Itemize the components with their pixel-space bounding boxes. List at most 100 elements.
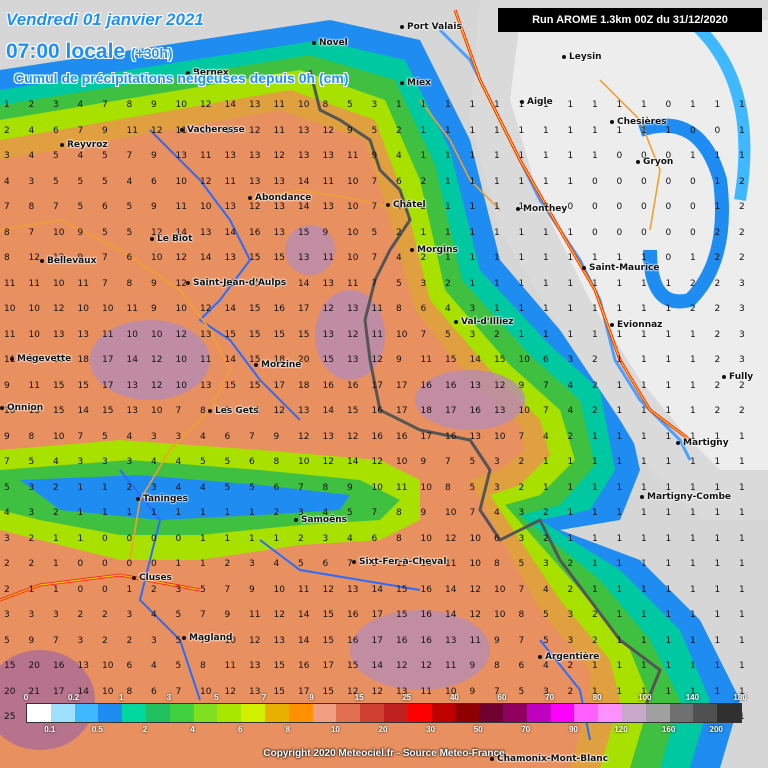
grid-value: 13 <box>298 253 310 263</box>
legend-label-top: 60 <box>497 693 507 702</box>
grid-value: 1 <box>739 559 745 569</box>
legend-label-top: 0.2 <box>68 693 80 702</box>
grid-value: 1 <box>494 253 500 263</box>
grid-value: 1 <box>714 661 721 671</box>
grid-value: 1 <box>641 661 647 671</box>
grid-value: 2 <box>102 610 108 620</box>
grid-value: 16 <box>469 406 481 416</box>
grid-value: 8 <box>518 610 525 620</box>
legend-swatch <box>27 704 51 722</box>
grid-value: 7 <box>298 482 304 493</box>
town-name: Morgins <box>417 245 458 255</box>
grid-value: 1 <box>616 329 623 340</box>
grid-value: 1 <box>641 380 647 391</box>
grid-value: 7 <box>53 202 59 212</box>
legend-swatch <box>693 704 718 722</box>
grid-value: 3 <box>4 533 10 544</box>
grid-value: 21 <box>28 686 40 697</box>
grid-value: 7 <box>371 202 378 212</box>
grid-value: 2 <box>494 329 500 340</box>
grid-value: 14 <box>298 202 310 212</box>
legend-label-bottom: 70 <box>521 725 531 734</box>
grid-value: 4 <box>151 610 157 620</box>
grid-value: 10 <box>175 100 187 110</box>
grid-value: 0 <box>641 202 647 212</box>
grid-value: 0 <box>126 533 133 544</box>
grid-value: 2 <box>567 584 574 595</box>
grid-value: 1 <box>665 457 672 467</box>
grid-value: 15 <box>494 355 506 365</box>
grid-value: 13 <box>273 176 285 187</box>
grid-value: 1 <box>592 329 598 340</box>
grid-value: 1 <box>641 304 647 314</box>
grid-value: 3 <box>151 635 157 646</box>
grid-value: 2 <box>420 176 427 187</box>
legend-swatch <box>145 704 170 722</box>
grid-value: 1 <box>616 661 623 671</box>
grid-value: 10 <box>175 304 187 314</box>
grid-value: 1 <box>518 253 525 263</box>
legend-label-bottom: 6 <box>237 725 243 734</box>
grid-value: 13 <box>273 227 285 238</box>
grid-value: 1 <box>543 176 549 187</box>
town-name: Reyvroz <box>67 140 108 150</box>
grid-value: 1 <box>420 100 427 110</box>
grid-value: 10 <box>77 304 89 314</box>
grid-value: 1 <box>53 584 59 595</box>
grid-value: 2 <box>714 380 721 391</box>
legend-swatch <box>217 704 242 722</box>
grid-value: 1 <box>567 278 574 289</box>
grid-value: 3 <box>543 559 549 569</box>
grid-value: 11 <box>28 380 40 391</box>
grid-value: 10 <box>151 253 163 263</box>
legend-label-bottom: 200 <box>709 725 723 734</box>
grid-value: 12 <box>151 355 163 365</box>
grid-value: 1 <box>592 100 598 110</box>
town-name: Evionnaz <box>617 320 663 330</box>
grid-value: 5 <box>4 482 10 493</box>
grid-value: 7 <box>102 100 108 110</box>
grid-value: 14 <box>126 355 138 365</box>
town-name: Taninges <box>143 494 188 504</box>
copyright: Copyright 2020 Meteociel.fr - Source Met… <box>263 748 505 759</box>
grid-value: 14 <box>445 610 457 620</box>
town-name: Samoëns <box>301 515 347 525</box>
town-name: Morzine <box>261 360 302 370</box>
town-label: Leysin <box>562 52 602 62</box>
legend-label-top: 3 <box>166 693 172 702</box>
grid-value: 15 <box>224 329 236 340</box>
grid-value: 17 <box>102 355 114 365</box>
grid-value: 4 <box>175 457 182 467</box>
grid-value: 15 <box>249 329 261 340</box>
grid-value: 9 <box>420 457 427 467</box>
grid-value: 9 <box>347 482 353 493</box>
grid-value: 10 <box>347 202 359 212</box>
grid-value: 11 <box>298 584 310 595</box>
grid-value: 6 <box>126 661 133 671</box>
grid-value: 1 <box>739 610 745 620</box>
grid-value: 11 <box>420 686 432 697</box>
town-label: Novel <box>312 38 348 48</box>
legend-label-top: 15 <box>354 693 364 702</box>
town-name: Monthey <box>523 204 568 214</box>
grid-value: 4 <box>151 457 157 467</box>
grid-value: 7 <box>224 584 231 595</box>
grid-value: 13 <box>298 151 310 161</box>
grid-value: 3 <box>249 559 255 569</box>
town-name: Mégevette <box>17 354 72 364</box>
grid-value: 8 <box>396 508 402 518</box>
grid-value: 7 <box>4 457 10 467</box>
grid-value: 5 <box>28 457 35 467</box>
grid-value: 8 <box>126 100 133 110</box>
grid-value: 10 <box>298 457 310 467</box>
grid-value: 12 <box>200 176 212 187</box>
town-label: Aigle <box>520 97 553 107</box>
grid-value: 6 <box>371 533 378 544</box>
grid-value: 3 <box>102 457 108 467</box>
town-name: Novel <box>319 38 348 48</box>
grid-value: 14 <box>298 635 310 646</box>
grid-value: 13 <box>322 151 334 161</box>
town-label: Sixt-Fer-à-Cheval <box>352 557 446 567</box>
grid-value: 13 <box>77 329 89 340</box>
grid-value: 2 <box>592 355 598 365</box>
